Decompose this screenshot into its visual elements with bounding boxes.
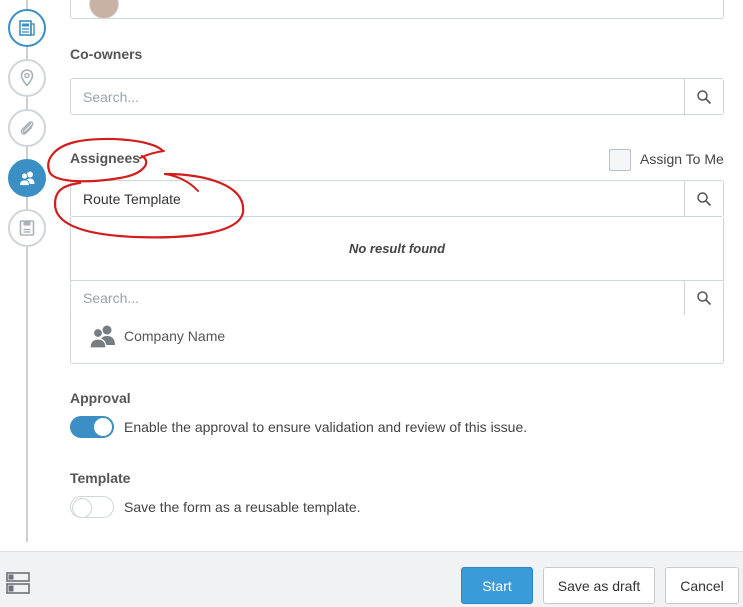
start-button[interactable]: Start <box>461 567 533 604</box>
coowners-search <box>70 78 724 115</box>
assignees-search <box>70 180 724 217</box>
assignees-second-search-button[interactable] <box>684 281 723 315</box>
search-icon <box>697 191 712 206</box>
coowners-label: Co-owners <box>70 46 143 62</box>
step-save[interactable] <box>8 209 46 247</box>
toggle-knob <box>72 498 92 518</box>
assign-to-me-checkbox[interactable] <box>609 149 631 171</box>
save-draft-button[interactable]: Save as draft <box>543 567 655 604</box>
assign-to-me-label[interactable]: Assign To Me <box>640 151 724 167</box>
step-details[interactable] <box>8 9 46 47</box>
assignee-list: Company Name <box>70 315 724 364</box>
avatar <box>89 0 119 19</box>
company-name[interactable]: Company Name <box>124 328 225 344</box>
coowners-search-input[interactable] <box>71 79 684 114</box>
approval-description: Enable the approval to ensure validation… <box>124 419 528 435</box>
step-assignees[interactable] <box>8 159 46 197</box>
assignees-label: Assignees <box>70 150 141 166</box>
location-pin-icon <box>20 69 34 87</box>
search-icon <box>697 89 712 104</box>
assignees-search-input[interactable] <box>71 181 684 216</box>
assignees-search-button[interactable] <box>684 181 723 216</box>
approval-toggle[interactable] <box>70 416 114 438</box>
form-icon <box>19 20 35 36</box>
assignees-second-search-input[interactable] <box>71 281 684 315</box>
search-icon <box>697 291 712 306</box>
step-attachments[interactable] <box>8 109 46 147</box>
cancel-button[interactable]: Cancel <box>665 567 739 604</box>
paperclip-icon <box>20 121 34 135</box>
template-toggle[interactable] <box>70 496 114 518</box>
group-icon <box>89 325 115 349</box>
approval-label: Approval <box>70 390 131 406</box>
owner-card <box>70 0 724 19</box>
coowners-search-button[interactable] <box>684 79 723 114</box>
assignees-second-search <box>70 280 724 316</box>
template-label: Template <box>70 470 131 486</box>
toggle-knob <box>94 418 112 436</box>
save-icon <box>19 220 35 236</box>
step-location[interactable] <box>8 59 46 97</box>
template-description: Save the form as a reusable template. <box>124 499 361 515</box>
no-result-message: No result found <box>348 241 446 256</box>
layout-toggle-icon[interactable] <box>6 572 30 594</box>
search-results-dropdown: No result found <box>70 217 724 281</box>
users-icon <box>19 171 35 186</box>
